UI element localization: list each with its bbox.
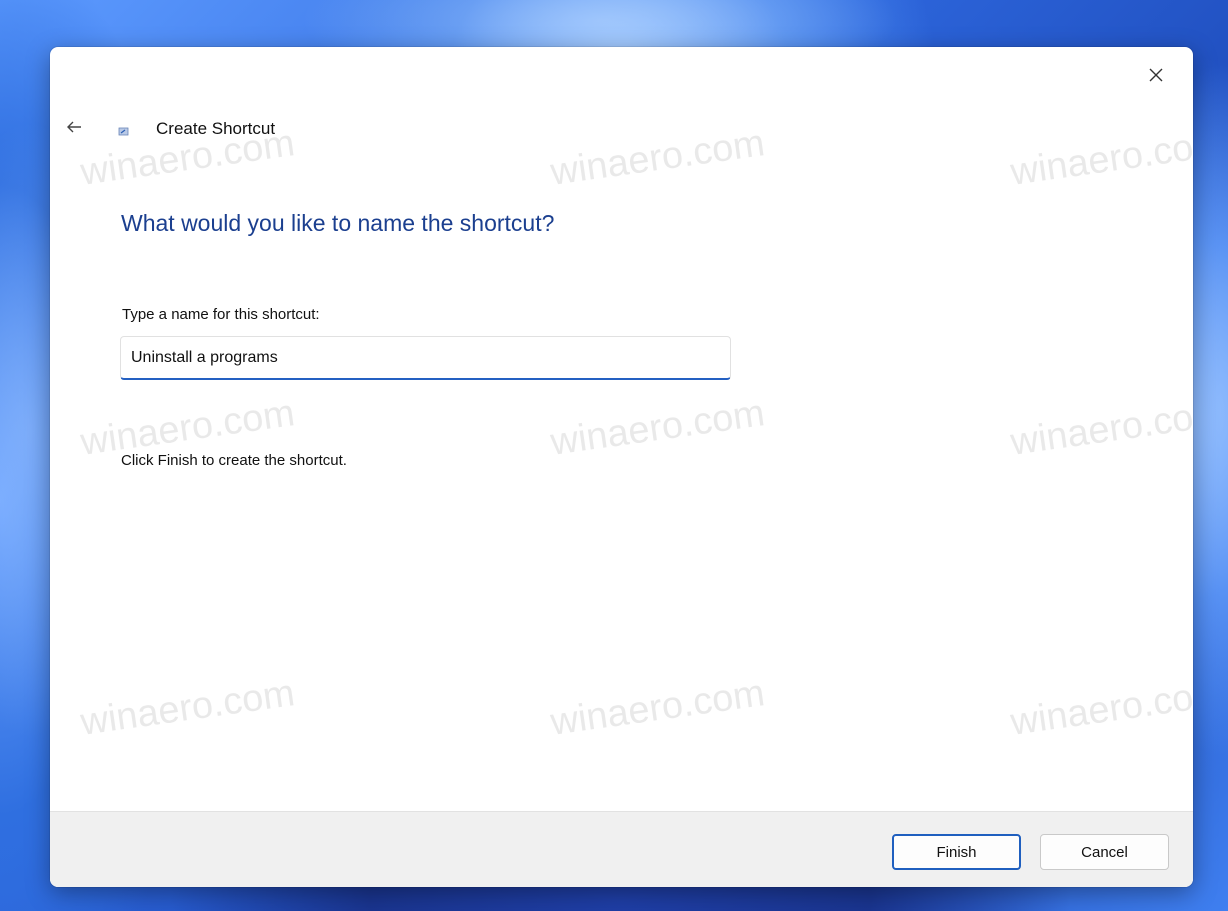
shortcut-icon bbox=[116, 123, 132, 139]
shortcut-name-input[interactable] bbox=[120, 336, 731, 380]
watermark: winaero.com bbox=[1008, 122, 1193, 194]
create-shortcut-dialog: Create Shortcut winaero.com winaero.com … bbox=[50, 47, 1193, 887]
page-heading: What would you like to name the shortcut… bbox=[121, 210, 555, 236]
shortcut-name-label: Type a name for this shortcut: bbox=[122, 306, 320, 323]
back-button[interactable] bbox=[60, 115, 88, 139]
arrow-left-icon bbox=[67, 121, 81, 133]
watermark: winaero.com bbox=[548, 672, 768, 744]
watermark: winaero.com bbox=[1008, 672, 1193, 744]
dialog-title: Create Shortcut bbox=[156, 119, 276, 138]
watermark: winaero.com bbox=[548, 392, 768, 464]
finish-button[interactable]: Finish bbox=[892, 834, 1021, 870]
watermark: winaero.com bbox=[78, 672, 298, 744]
dialog-footer: Finish Cancel bbox=[50, 811, 1193, 887]
close-icon bbox=[1149, 68, 1163, 82]
watermark: winaero.com bbox=[1008, 392, 1193, 464]
close-button[interactable] bbox=[1133, 57, 1179, 93]
finish-hint: Click Finish to create the shortcut. bbox=[121, 452, 347, 469]
watermark: winaero.com bbox=[548, 122, 768, 194]
cancel-button[interactable]: Cancel bbox=[1040, 834, 1169, 870]
